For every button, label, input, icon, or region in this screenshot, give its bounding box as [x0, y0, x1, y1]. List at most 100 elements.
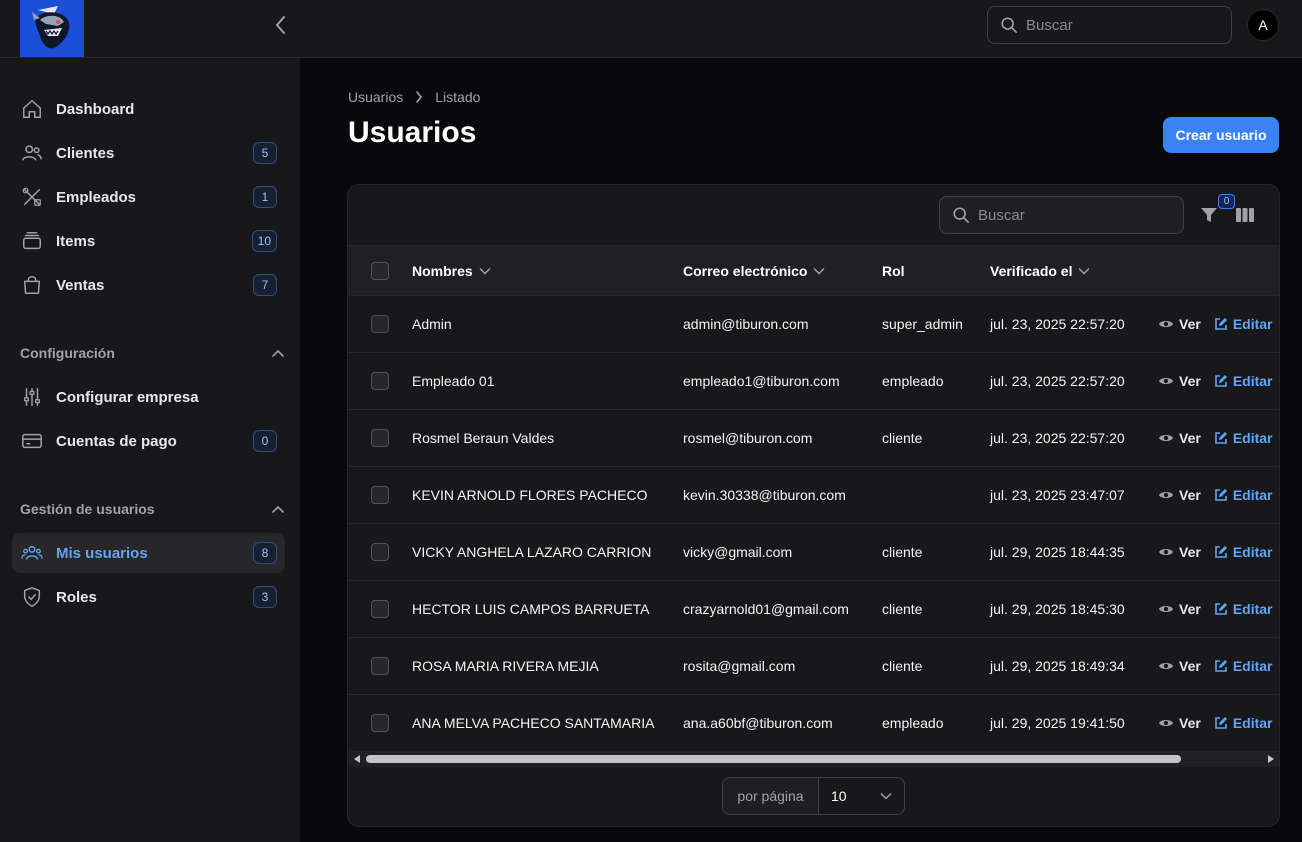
column-header-verified[interactable]: Verificado el	[990, 263, 1158, 279]
row-checkbox[interactable]	[371, 429, 389, 447]
nav-group-configuracion[interactable]: Configuración	[20, 342, 285, 364]
table-scroll-area[interactable]: Nombres Correo electrónico Rol Verificad…	[348, 245, 1279, 752]
create-user-button[interactable]: Crear usuario	[1163, 117, 1279, 153]
view-button[interactable]: Ver	[1158, 430, 1201, 446]
edit-button[interactable]: Editar	[1214, 430, 1273, 446]
table-row[interactable]: VICKY ANGHELA LAZARO CARRION vicky@gmail…	[348, 523, 1279, 581]
view-button[interactable]: Ver	[1158, 658, 1201, 674]
view-button[interactable]: Ver	[1158, 487, 1201, 503]
cell-email: admin@tiburon.com	[683, 316, 809, 332]
view-button[interactable]: Ver	[1158, 715, 1201, 731]
cell-email: ana.a60bf@tiburon.com	[683, 715, 833, 732]
table-row[interactable]: Admin admin@tiburon.com super_admin jul.…	[348, 295, 1279, 353]
table-row[interactable]: Empleado 01 empleado1@tiburon.com emplea…	[348, 352, 1279, 410]
table-row[interactable]: KEVIN ARNOLD FLORES PACHECO kevin.30338@…	[348, 466, 1279, 524]
sidebar-item-label: Empleados	[56, 188, 137, 206]
sidebar-item-dashboard[interactable]: Dashboard	[12, 89, 285, 129]
edit-button[interactable]: Editar	[1214, 487, 1273, 503]
edit-label: Editar	[1232, 487, 1273, 503]
eye-icon	[1159, 435, 1173, 441]
edit-button[interactable]: Editar	[1214, 601, 1273, 617]
global-search-input[interactable]	[1026, 16, 1206, 34]
sidebar-item-label: Mis usuarios	[56, 544, 148, 562]
count-badge: 1	[253, 186, 277, 208]
view-button[interactable]: Ver	[1158, 544, 1201, 560]
view-button[interactable]: Ver	[1158, 316, 1201, 332]
eye-icon	[1159, 663, 1173, 669]
eye-icon	[1159, 378, 1173, 384]
page-title: Usuarios	[348, 116, 477, 149]
column-header-role: Rol	[882, 263, 990, 279]
collapse-sidebar-button[interactable]	[270, 15, 290, 35]
row-checkbox[interactable]	[371, 600, 389, 618]
row-checkbox[interactable]	[371, 543, 389, 561]
table-row[interactable]: ROSA MARIA RIVERA MEJIA rosita@gmail.com…	[348, 637, 1279, 695]
select-all-checkbox[interactable]	[371, 261, 389, 280]
sidebar-item-cuentas-de-pago[interactable]: Cuentas de pago 0	[12, 421, 285, 461]
edit-button[interactable]: Editar	[1214, 544, 1273, 560]
shark-logo-icon	[32, 5, 70, 48]
edit-button[interactable]: Editar	[1214, 316, 1273, 332]
scroll-left-arrow-icon[interactable]	[352, 754, 362, 764]
shopping-bag-icon	[20, 273, 44, 297]
view-button[interactable]: Ver	[1158, 373, 1201, 389]
eye-icon	[1159, 720, 1173, 727]
brand-logo[interactable]	[20, 0, 84, 57]
row-checkbox[interactable]	[371, 657, 389, 675]
cell-name: Rosmel Beraun Valdes	[412, 430, 555, 446]
table-search-input[interactable]	[978, 206, 1158, 224]
sidebar: Dashboard Clientes 5 Empleados 1 Items 1…	[0, 58, 300, 842]
count-badge: 3	[253, 586, 277, 608]
eye-icon	[1159, 321, 1173, 327]
stack-icon	[20, 229, 44, 253]
table-row[interactable]: ANA MELVA PACHECO SANTAMARIA ana.a60bf@t…	[348, 694, 1279, 752]
edit-button[interactable]: Editar	[1214, 373, 1273, 389]
user-group-icon	[20, 541, 44, 565]
row-checkbox[interactable]	[371, 714, 389, 733]
per-page-label: por página	[723, 778, 819, 814]
toggle-columns-button[interactable]	[1235, 205, 1255, 225]
user-avatar[interactable]: A	[1247, 9, 1279, 41]
row-checkbox[interactable]	[371, 315, 389, 333]
sliders-icon	[20, 385, 44, 409]
sidebar-item-roles[interactable]: Roles 3	[12, 577, 285, 617]
global-search[interactable]	[987, 6, 1232, 44]
filter-button[interactable]	[1199, 205, 1219, 225]
sidebar-item-configurar-empresa[interactable]: Configurar empresa	[12, 377, 285, 417]
pencil-square-icon	[1215, 603, 1227, 615]
table-search[interactable]	[939, 196, 1184, 234]
view-label: Ver	[1179, 544, 1201, 560]
search-icon	[1001, 17, 1018, 34]
scrollbar-thumb[interactable]	[366, 755, 1181, 763]
sidebar-item-ventas[interactable]: Ventas 7	[12, 265, 285, 305]
row-checkbox[interactable]	[371, 372, 389, 390]
sidebar-item-empleados[interactable]: Empleados 1	[12, 177, 285, 217]
breadcrumb: Usuarios Listado	[348, 89, 480, 105]
edit-button[interactable]: Editar	[1214, 658, 1273, 674]
edit-label: Editar	[1232, 544, 1273, 560]
edit-button[interactable]: Editar	[1214, 715, 1273, 731]
scroll-right-arrow-icon[interactable]	[1266, 754, 1276, 764]
cell-role: empleado	[882, 715, 944, 732]
sidebar-item-items[interactable]: Items 10	[12, 221, 285, 261]
table-header-row: Nombres Correo electrónico Rol Verificad…	[348, 245, 1279, 296]
row-checkbox[interactable]	[371, 486, 389, 504]
per-page-select[interactable]: 10	[819, 788, 904, 804]
view-button[interactable]: Ver	[1158, 601, 1201, 617]
table-row[interactable]: Rosmel Beraun Valdes rosmel@tiburon.com …	[348, 409, 1279, 467]
sidebar-item-mis-usuarios[interactable]: Mis usuarios 8	[12, 533, 285, 573]
cell-verified: jul. 23, 2025 22:57:20	[990, 373, 1125, 389]
sidebar-item-clientes[interactable]: Clientes 5	[12, 133, 285, 173]
cell-verified: jul. 23, 2025 23:47:07	[990, 487, 1125, 503]
column-header-email[interactable]: Correo electrónico	[683, 263, 882, 279]
column-header-name[interactable]: Nombres	[412, 263, 683, 279]
breadcrumb-current: Listado	[435, 89, 481, 105]
column-header-label: Correo electrónico	[683, 262, 808, 279]
cell-name: Admin	[412, 316, 452, 332]
edit-label: Editar	[1232, 316, 1273, 332]
table-row[interactable]: HECTOR LUIS CAMPOS BARRUETA crazyarnold0…	[348, 580, 1279, 638]
nav-group-gestion-de-usuarios[interactable]: Gestión de usuarios	[20, 498, 285, 520]
breadcrumb-parent-link[interactable]: Usuarios	[348, 89, 403, 105]
horizontal-scrollbar[interactable]	[348, 751, 1279, 767]
pencil-square-icon	[1215, 489, 1227, 501]
